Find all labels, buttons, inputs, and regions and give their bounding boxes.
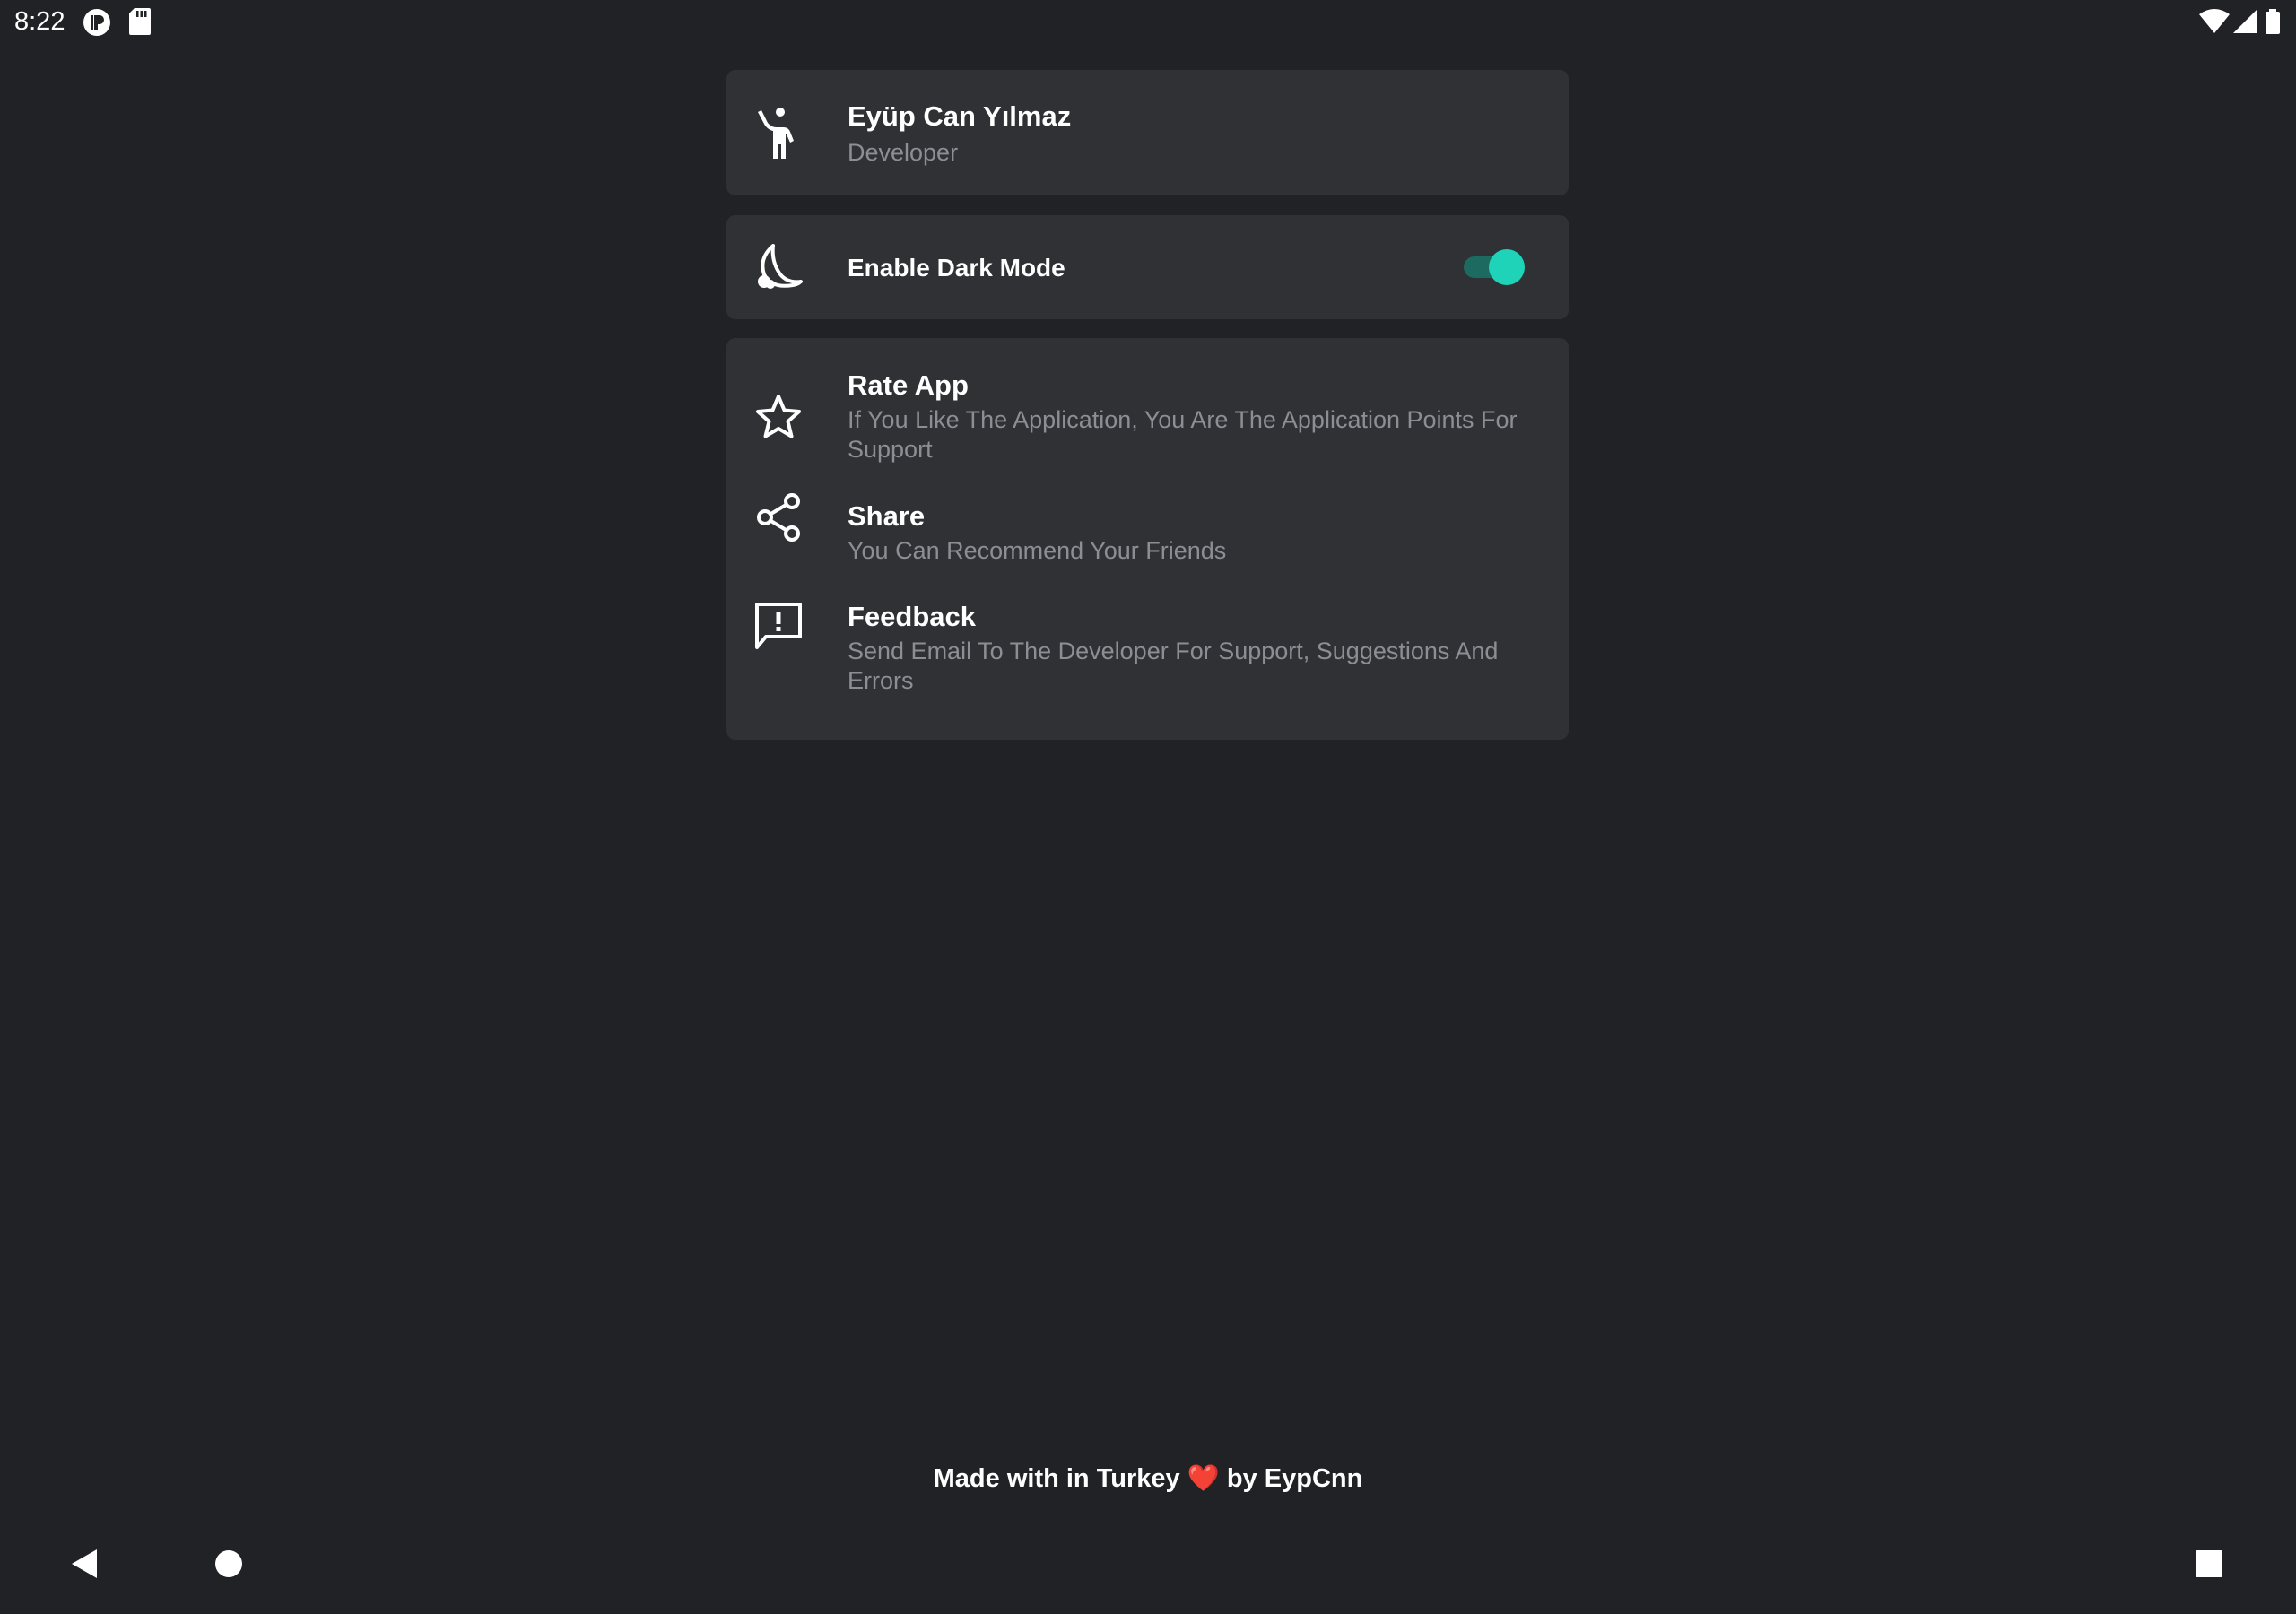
share-title: Share <box>848 500 926 532</box>
star-icon <box>752 390 805 444</box>
switch-thumb <box>1489 249 1525 285</box>
wifi-icon <box>2199 9 2230 39</box>
heart-icon: ❤️ <box>1187 1464 1220 1493</box>
share-subtitle: You Can Recommend Your Friends <box>848 537 1227 564</box>
feedback-icon <box>752 599 805 653</box>
status-time: 8:22 <box>14 7 65 36</box>
footer-credit: Made with in Turkey ❤️ by EypCnn <box>0 1463 2296 1494</box>
back-icon[interactable] <box>70 1548 99 1584</box>
signal-icon <box>2233 9 2258 39</box>
dark-mode-card[interactable]: Enable Dark Mode <box>726 215 1569 319</box>
status-bar: 8:22 <box>0 0 2296 45</box>
feedback-item[interactable]: Feedback Send Email To The Developer For… <box>726 568 1569 721</box>
home-icon[interactable] <box>214 1549 243 1583</box>
sd-card-icon <box>129 8 151 39</box>
links-card: Rate App If You Like The Application, Yo… <box>726 338 1569 740</box>
developer-card[interactable]: Eyüp Can Yılmaz Developer <box>726 70 1569 195</box>
share-item[interactable]: Share You Can Recommend Your Friends <box>726 468 1569 568</box>
rate-app-title: Rate App <box>848 369 969 401</box>
moon-icon <box>752 240 805 294</box>
recents-icon[interactable] <box>2195 1549 2223 1583</box>
pcloud-icon <box>83 8 111 41</box>
developer-role: Developer <box>848 139 959 166</box>
feedback-title: Feedback <box>848 601 977 632</box>
feedback-subtitle: Send Email To The Developer For Support,… <box>848 638 1499 694</box>
rate-app-item[interactable]: Rate App If You Like The Application, Yo… <box>726 338 1569 468</box>
footer-text-after: by EypCnn <box>1226 1464 1363 1493</box>
footer-text-before: Made with in Turkey <box>933 1464 1180 1493</box>
dark-mode-switch[interactable] <box>1462 249 1525 285</box>
battery-icon <box>2266 9 2280 39</box>
person-icon <box>752 106 805 160</box>
share-icon <box>752 490 805 544</box>
rate-app-subtitle: If You Like The Application, You Are The… <box>848 406 1518 463</box>
dark-mode-label: Enable Dark Mode <box>848 254 1065 282</box>
developer-name: Eyüp Can Yılmaz <box>848 100 1072 132</box>
